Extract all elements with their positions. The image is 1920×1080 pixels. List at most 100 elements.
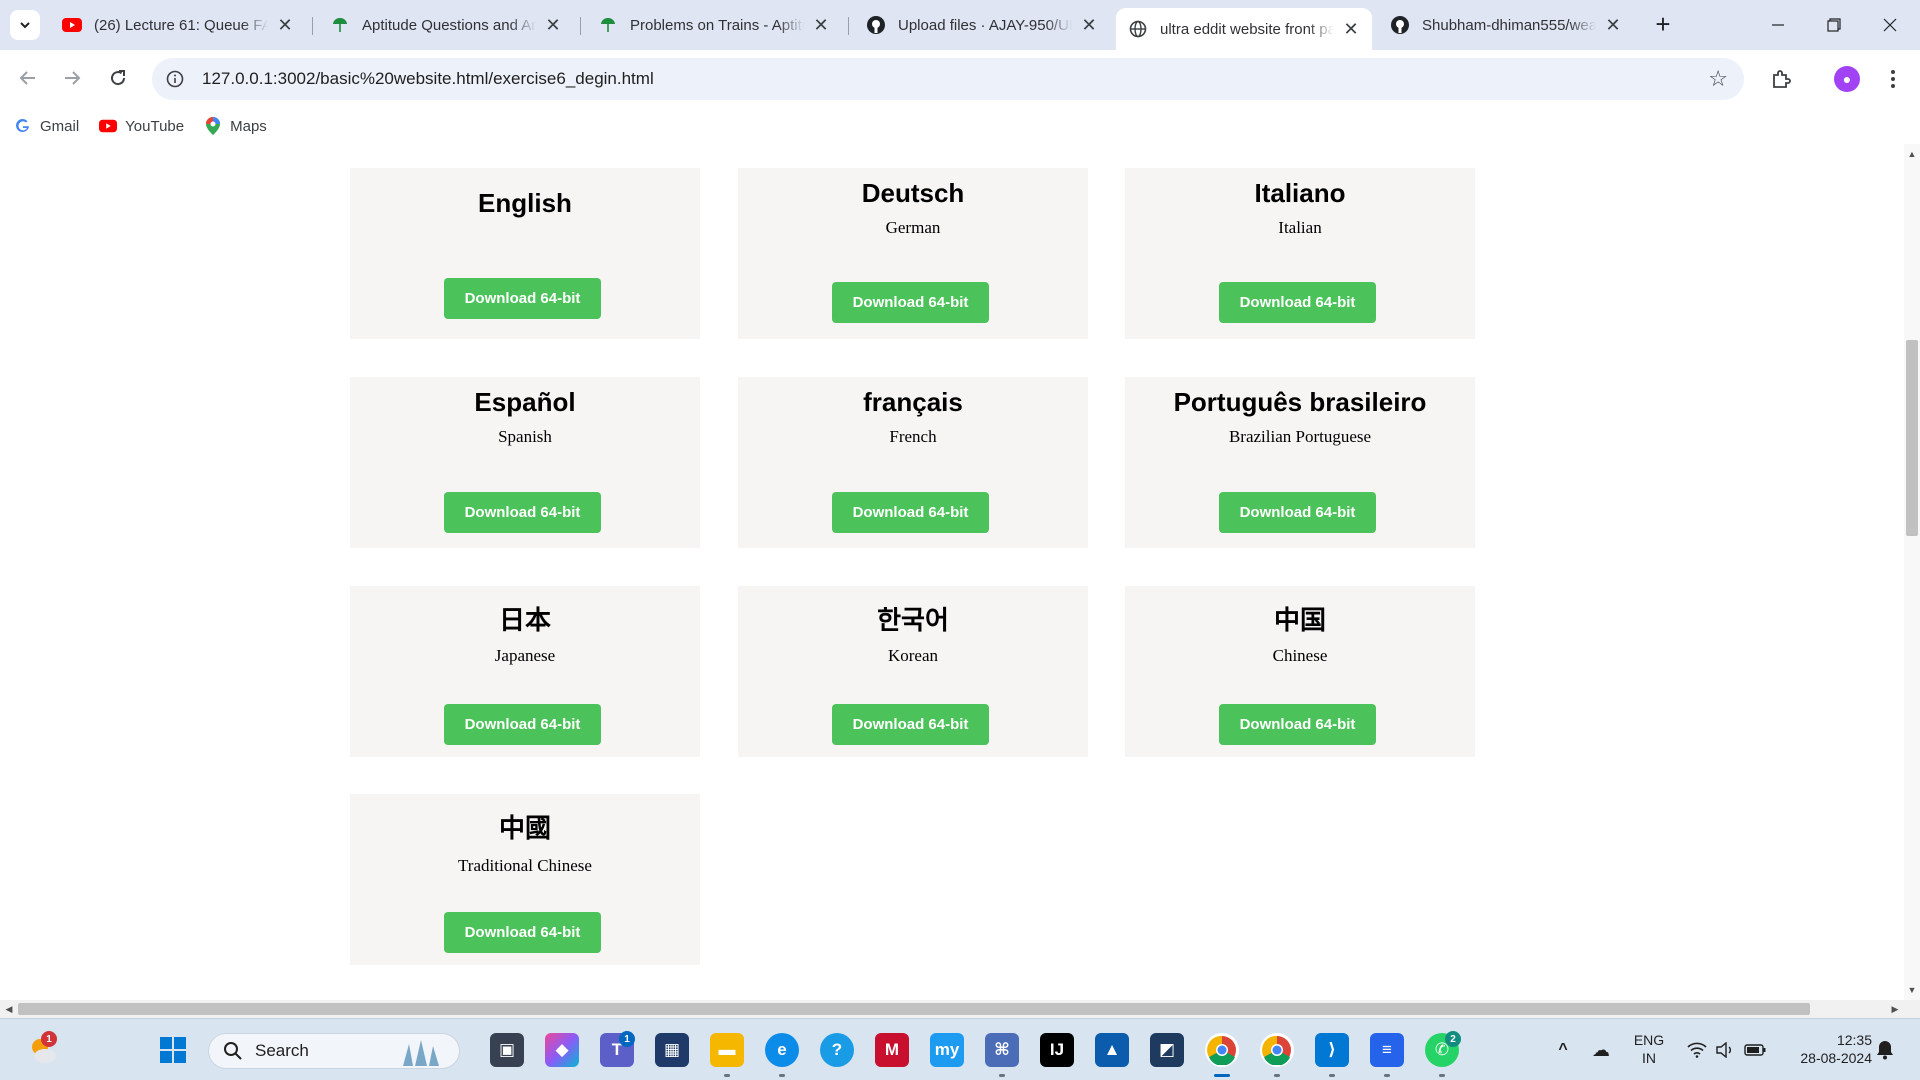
- close-icon[interactable]: ✕: [544, 15, 562, 36]
- region-code: IN: [1642, 1050, 1656, 1066]
- vertical-scroll-thumb[interactable]: [1906, 340, 1918, 536]
- avatar: ●: [1834, 66, 1860, 92]
- browser-menu-button[interactable]: [1878, 64, 1908, 94]
- download-64bit-button[interactable]: Download 64-bit: [444, 278, 601, 319]
- chevron-up-icon[interactable]: ^: [1546, 1033, 1580, 1067]
- language-card-japanese: 日本 Japanese Download 64-bit: [350, 586, 700, 757]
- chrome-profile-icon[interactable]: [1260, 1033, 1294, 1067]
- extensions-button[interactable]: [1766, 64, 1796, 94]
- arrow-left-icon: [19, 71, 35, 85]
- reload-button[interactable]: [102, 62, 134, 94]
- download-64bit-button[interactable]: Download 64-bit: [444, 704, 601, 745]
- download-64bit-button[interactable]: Download 64-bit: [444, 912, 601, 953]
- file-explorer-icon[interactable]: ▬: [710, 1033, 744, 1067]
- bookmark-gmail[interactable]: Gmail: [14, 117, 79, 135]
- language-english-name: German: [885, 218, 941, 237]
- tab-aptitude-questions[interactable]: Aptitude Questions and Answers ✕: [318, 8, 574, 42]
- clock-date: 28-08-2024: [1800, 1050, 1872, 1066]
- close-window-button[interactable]: [1870, 8, 1910, 42]
- close-icon[interactable]: ✕: [1342, 19, 1360, 40]
- cloud-offline-icon[interactable]: ☁: [1584, 1033, 1618, 1067]
- close-icon[interactable]: ✕: [1080, 15, 1098, 36]
- download-64bit-button[interactable]: Download 64-bit: [444, 492, 601, 533]
- scroll-left-arrow-icon[interactable]: ◀: [1, 1001, 17, 1017]
- bookmark-youtube[interactable]: YouTube: [99, 117, 184, 135]
- close-icon[interactable]: ✕: [1604, 15, 1622, 36]
- download-64bit-button[interactable]: Download 64-bit: [832, 704, 989, 745]
- notification-bell-icon[interactable]: [1868, 1033, 1902, 1067]
- tab-ultra-eddit-active[interactable]: ultra eddit website front page ✕: [1116, 8, 1372, 50]
- sql-developer-icon[interactable]: ◩: [1150, 1033, 1184, 1067]
- battery-icon[interactable]: [1738, 1033, 1772, 1067]
- horizontal-scroll-thumb[interactable]: [18, 1003, 1810, 1015]
- bookmark-label: Gmail: [40, 117, 80, 135]
- tab-youtube-lecture[interactable]: (26) Lecture 61: Queue FAANG ✕: [50, 8, 306, 42]
- download-64bit-button[interactable]: Download 64-bit: [832, 282, 989, 323]
- download-64bit-button[interactable]: Download 64-bit: [1219, 282, 1376, 323]
- forward-button[interactable]: [56, 62, 88, 94]
- site-info-icon[interactable]: [162, 66, 188, 92]
- mcafee-icon[interactable]: M: [875, 1033, 909, 1067]
- restore-button[interactable]: [1814, 8, 1854, 42]
- horizontal-scrollbar[interactable]: ◀ ▶: [0, 1000, 1904, 1018]
- language-card-deutsch: Deutsch German Download 64-bit: [738, 168, 1088, 339]
- profile-button[interactable]: ●: [1832, 64, 1862, 94]
- vertical-scrollbar[interactable]: ▲ ▼: [1904, 144, 1920, 1000]
- running-indicator: [1274, 1074, 1280, 1077]
- network-app-icon[interactable]: ⌘: [985, 1033, 1019, 1067]
- language-name: 中国: [1273, 606, 1326, 636]
- notepad-icon[interactable]: ≡: [1370, 1033, 1404, 1067]
- url-text[interactable]: 127.0.0.1:3002/basic%20website.html/exer…: [202, 69, 654, 89]
- close-icon[interactable]: ✕: [812, 15, 830, 36]
- input-language-indicator[interactable]: ENG IN: [1626, 1031, 1672, 1067]
- teams-badge: 1: [619, 1031, 635, 1047]
- chrome-icon[interactable]: [1205, 1033, 1239, 1067]
- windows-taskbar: 1 Search ▣ ◆ T 1 ▦ ▬ e ? M my ⌘ IJ ▲ ◩ ⟩…: [0, 1018, 1920, 1080]
- taskbar-search-input[interactable]: Search: [208, 1033, 460, 1069]
- vscode-icon[interactable]: ⟩: [1315, 1033, 1349, 1067]
- close-icon[interactable]: ✕: [276, 15, 294, 36]
- minimize-button[interactable]: [1758, 8, 1798, 42]
- language-english-name: Italian: [1278, 218, 1322, 237]
- tab-title: Shubham-dhiman555/weather: [1422, 16, 1596, 34]
- scroll-down-arrow-icon[interactable]: ▼: [1904, 982, 1920, 998]
- language-name: Italiano: [1254, 178, 1346, 208]
- search-placeholder: Search: [255, 1041, 309, 1060]
- reload-icon: [111, 70, 126, 86]
- youtube-icon: [99, 117, 118, 135]
- download-64bit-button[interactable]: Download 64-bit: [1219, 704, 1376, 745]
- scroll-right-arrow-icon[interactable]: ▶: [1887, 1001, 1903, 1017]
- tab-problems-on-trains[interactable]: Problems on Trains - Aptitude ✕: [586, 8, 842, 42]
- volume-icon[interactable]: [1708, 1033, 1742, 1067]
- minimize-icon: [1772, 24, 1784, 26]
- task-view-icon[interactable]: ▣: [490, 1033, 524, 1067]
- maps-pin-icon: [204, 117, 222, 135]
- mysql-icon[interactable]: my: [930, 1033, 964, 1067]
- language-english-name: Japanese: [494, 646, 556, 665]
- language-name: français: [863, 387, 963, 417]
- clock[interactable]: 12:35 28-08-2024: [1782, 1031, 1872, 1067]
- tab-github-upload[interactable]: Upload files · AJAY-950/ULTRA ✕: [854, 8, 1110, 42]
- download-64bit-button[interactable]: Download 64-bit: [832, 492, 989, 533]
- bookmark-label: Maps: [230, 117, 267, 135]
- new-tab-button[interactable]: +: [1650, 11, 1676, 38]
- running-indicator: [1329, 1074, 1335, 1077]
- tab-github-weather[interactable]: Shubham-dhiman555/weather ✕: [1378, 8, 1634, 42]
- scroll-up-arrow-icon[interactable]: ▲: [1904, 146, 1920, 162]
- intellij-icon[interactable]: IJ: [1040, 1033, 1074, 1067]
- microsoft-store-icon[interactable]: ▦: [655, 1033, 689, 1067]
- language-name: 中國: [498, 814, 551, 844]
- help-icon[interactable]: ?: [820, 1033, 854, 1067]
- search-icon: [223, 1041, 243, 1061]
- edge-icon[interactable]: e: [765, 1033, 799, 1067]
- graduation-cap-icon[interactable]: ▲: [1095, 1033, 1129, 1067]
- bookmark-star-icon[interactable]: ☆: [1708, 68, 1728, 90]
- start-button[interactable]: [156, 1033, 190, 1067]
- copilot-icon[interactable]: ◆: [545, 1033, 579, 1067]
- back-button[interactable]: [12, 62, 44, 94]
- bookmark-maps[interactable]: Maps: [204, 117, 267, 135]
- address-bar[interactable]: 127.0.0.1:3002/basic%20website.html/exer…: [152, 58, 1744, 100]
- tab-search-button[interactable]: [10, 10, 40, 40]
- tab-title: (26) Lecture 61: Queue FAANG: [94, 16, 268, 34]
- download-64bit-button[interactable]: Download 64-bit: [1219, 492, 1376, 533]
